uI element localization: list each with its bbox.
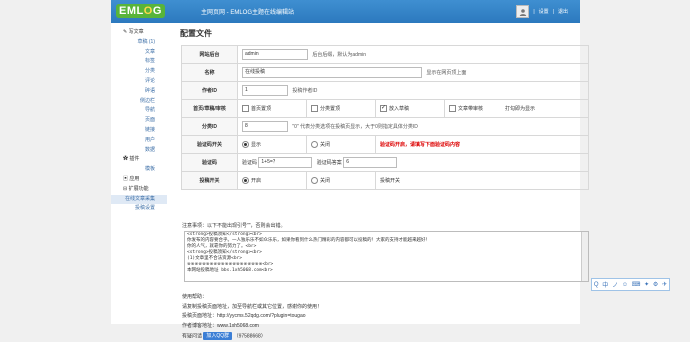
config-table: 网站后台 admin 后台后缀，默认为admin 名称 在线投稿 显示在网页顶上… (181, 45, 589, 190)
sidebar-item-apps[interactable]: ▣ 应用 (111, 175, 167, 185)
captcha-question-input[interactable]: 1+5=？ (258, 157, 313, 168)
settings-link[interactable]: 设置 (539, 8, 549, 15)
captcha-on-option[interactable]: 显示 (242, 141, 261, 149)
captcha-warning: 验证码开启，请填写下面验证码内容 (380, 142, 461, 148)
home-top-checkbox[interactable] (242, 105, 249, 113)
option-draft[interactable]: 放入草稿 (380, 104, 409, 113)
sidebar-item-users[interactable]: 用户 (111, 136, 167, 146)
draft-checkbox[interactable] (380, 104, 387, 113)
submit-off-radio[interactable] (311, 177, 318, 185)
sidebar-item-drafts[interactable]: 草稿 (1) (111, 38, 167, 48)
review-checkbox[interactable] (449, 105, 456, 113)
row-display: 首页/草稿/审核 首页置顶 分类置顶 放入草稿 文章带审核 打勾即为显示 (181, 99, 589, 118)
sidebar-item-data[interactable]: 数据 (111, 146, 167, 156)
option-home-top[interactable]: 首页置顶 (242, 105, 271, 113)
category-top-checkbox[interactable] (311, 105, 318, 113)
avatar[interactable] (516, 5, 530, 18)
ime-punct-icon[interactable]: ノ (612, 280, 618, 289)
category-input[interactable]: 8 (242, 121, 288, 132)
submit-hint: 投稿开关 (380, 178, 401, 184)
help-qq-line: 有疑问请 加入QQ群 （97588668） (182, 331, 266, 340)
row-name: 名称 在线投稿 显示在网页顶上面 (181, 63, 589, 82)
captcha-on-radio[interactable] (242, 141, 249, 149)
submit-on-radio[interactable] (242, 177, 249, 185)
ime-skin-icon[interactable]: ✦ (644, 281, 649, 288)
notice-textarea[interactable]: <strong>投稿须知</strong><br> 你发布的内容要合乎。一人独乐… (184, 231, 589, 282)
sidebar-item-extensions[interactable]: ⊟ 扩展功能 (111, 185, 167, 195)
help-heading: 使用帮助： (182, 294, 208, 300)
help-section: 使用帮助： 请复制投稿页面地址，加至导航栏或其它位置，感谢你的使用！ 投稿页面地… (182, 293, 322, 342)
backend-input[interactable]: admin (242, 49, 308, 60)
sidebar-item-pages[interactable]: 页面 (111, 116, 167, 126)
captcha-off-radio[interactable] (311, 141, 318, 149)
sidebar-item-categories[interactable]: 分类 (111, 67, 167, 77)
ime-toolbar: Q 中 ノ ☺ ⌨ ✦ ⚙ ✈ (591, 278, 670, 291)
category-hint: "0" 代表分类选项在投稿页显示，大于0则指定具体分类ID (292, 123, 418, 130)
sidebar-item-twitter[interactable]: 碎语 (111, 87, 167, 97)
submit-on-option[interactable]: 开启 (242, 177, 261, 185)
sidebar-item-write[interactable]: ✎ 写文章 (111, 28, 167, 38)
page-title: 配置文件 (180, 29, 212, 38)
ime-keyboard-icon[interactable]: ⌨ (632, 281, 641, 288)
sidebar-item-article-collect[interactable]: 在线文章采集 (111, 194, 167, 205)
sidebar: ✎ 写文章 草稿 (1) 文章 标签 分类 评论 碎语 侧边栏 导航 页面 链接… (111, 28, 167, 214)
top-bar: EMLOG 主网页网 - EMLOG主题在线编辑站 | 设置 | 退出 (111, 0, 580, 23)
sidebar-item-submit-settings[interactable]: 投稿设置 (111, 204, 167, 214)
label-name: 名称 (181, 63, 238, 82)
ime-emoji-icon[interactable]: ☺ (622, 282, 628, 288)
note-heading: 注意事项：以下不能出现引号""，否则会出错。 (182, 223, 286, 229)
logout-link[interactable]: 退出 (558, 8, 568, 15)
sidebar-item-posts[interactable]: 文章 (111, 48, 167, 58)
ime-language-icon[interactable]: 中 (602, 280, 608, 289)
captcha-question-label: 验证码 (242, 159, 258, 166)
ime-logo-icon[interactable]: Q (594, 282, 599, 288)
name-hint: 显示在网页顶上面 (426, 69, 467, 76)
row-submit-switch: 投稿开关 开启 关闭 投稿开关 (181, 171, 589, 190)
label-backend: 网站后台 (181, 45, 238, 64)
textarea-scrollbar[interactable] (581, 232, 588, 281)
sidebar-item-links[interactable]: 链接 (111, 126, 167, 136)
option-category-top[interactable]: 分类置顶 (311, 105, 340, 113)
captcha-off-option[interactable]: 关闭 (311, 141, 330, 149)
sidebar-item-navigation[interactable]: 导航 (111, 106, 167, 116)
captcha-answer-label: 验证码答案 (316, 159, 342, 166)
help-line: 请复制投稿页面地址，加至导航栏或其它位置，感谢你的使用！ (182, 303, 323, 310)
backend-hint: 后台后缀，默认为admin (312, 51, 367, 58)
site-links[interactable]: 主网页网 - EMLOG主题在线编辑站 (201, 7, 294, 16)
label-display: 首页/草稿/审核 (181, 99, 238, 118)
author-input[interactable]: 1 (242, 85, 288, 96)
row-author: 作者ID 1 投稿作者ID (181, 81, 589, 100)
label-submit-switch: 投稿开关 (181, 171, 238, 190)
ime-tools-icon[interactable]: ✈ (662, 281, 667, 288)
row-captcha: 验证码 验证码 1+5=？ 验证码答案 6 (181, 153, 589, 172)
submit-off-option[interactable]: 关闭 (311, 177, 330, 185)
label-captcha-switch: 验证码开关 (181, 135, 238, 154)
user-area: | 设置 | 退出 (516, 5, 568, 18)
row-captcha-switch: 验证码开关 显示 关闭 验证码开启，请填写下面验证码内容 (181, 135, 589, 154)
sidebar-item-templates[interactable]: 模板 (111, 165, 167, 175)
sidebar-item-comments[interactable]: 评论 (111, 77, 167, 87)
join-qq-button[interactable]: 加入QQ群 (203, 331, 233, 340)
author-hint: 投稿作者ID (292, 87, 318, 94)
emlog-logo[interactable]: EMLOG (116, 4, 165, 18)
help-submit-url[interactable]: 投稿页面地址：http://yycms.52qdg.com/?plugin=to… (182, 312, 322, 322)
display-hint: 打勾即为显示 (505, 105, 536, 112)
label-author: 作者ID (181, 81, 238, 100)
row-category: 分类ID 8 "0" 代表分类选项在投稿页显示，大于0则指定具体分类ID (181, 117, 589, 136)
sidebar-item-widgets[interactable]: 侧边栏 (111, 97, 167, 107)
option-review[interactable]: 文章带审核 (449, 105, 483, 113)
label-captcha: 验证码 (181, 153, 238, 172)
sidebar-item-tags[interactable]: 标签 (111, 57, 167, 67)
label-category: 分类ID (181, 117, 238, 136)
qq-number: （97588668） (233, 333, 266, 340)
captcha-answer-input[interactable]: 6 (343, 157, 398, 168)
row-backend: 网站后台 admin 后台后缀，默认为admin (181, 45, 589, 64)
name-input[interactable]: 在线投稿 (242, 67, 422, 78)
ime-settings-icon[interactable]: ⚙ (653, 281, 658, 288)
user-icon (519, 8, 527, 16)
sidebar-item-plugins[interactable]: ✿ 插件 (111, 155, 167, 165)
notice-line: 本网站投稿地址 bbs.1xh5068.com<br> (187, 268, 273, 273)
